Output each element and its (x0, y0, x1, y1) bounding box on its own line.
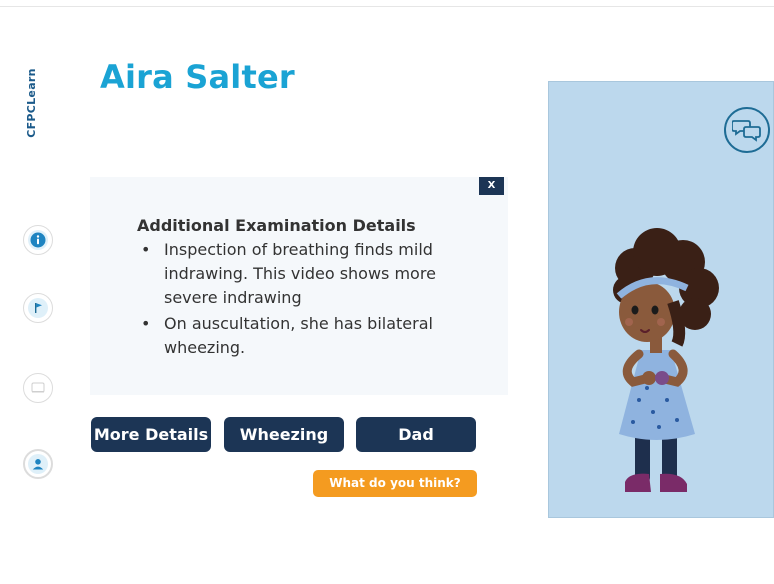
flag-icon (28, 298, 48, 318)
profile-button[interactable] (23, 449, 53, 479)
dad-button[interactable]: Dad (356, 417, 476, 452)
wheezing-button[interactable]: Wheezing (224, 417, 344, 452)
top-divider (0, 6, 774, 7)
close-panel-button[interactable]: X (479, 177, 504, 195)
person-icon (28, 454, 48, 474)
course-slide: CFPCLearn Aira Salter X Additional Exami… (0, 0, 774, 584)
notes-icon (31, 382, 45, 393)
what-do-you-think-button[interactable]: What do you think? (313, 470, 477, 497)
more-details-button[interactable]: More Details (91, 417, 211, 452)
notes-button[interactable] (23, 373, 53, 403)
bullet-item: On auscultation, she has bilateral wheez… (137, 312, 467, 360)
examination-bullet-list: Inspection of breathing finds mild indra… (137, 238, 467, 362)
bullet-item: Inspection of breathing finds mild indra… (137, 238, 467, 310)
chat-bubbles-icon (732, 120, 761, 142)
dialogue-button[interactable] (724, 107, 770, 153)
patient-name-title: Aira Salter (100, 58, 295, 96)
logo-text: CFPCLearn (25, 68, 38, 138)
info-icon (28, 230, 48, 250)
cfpc-learn-logo: CFPCLearn (22, 58, 42, 148)
info-button[interactable] (23, 225, 53, 255)
panel-heading: Additional Examination Details (137, 216, 416, 235)
flag-button[interactable] (23, 293, 53, 323)
